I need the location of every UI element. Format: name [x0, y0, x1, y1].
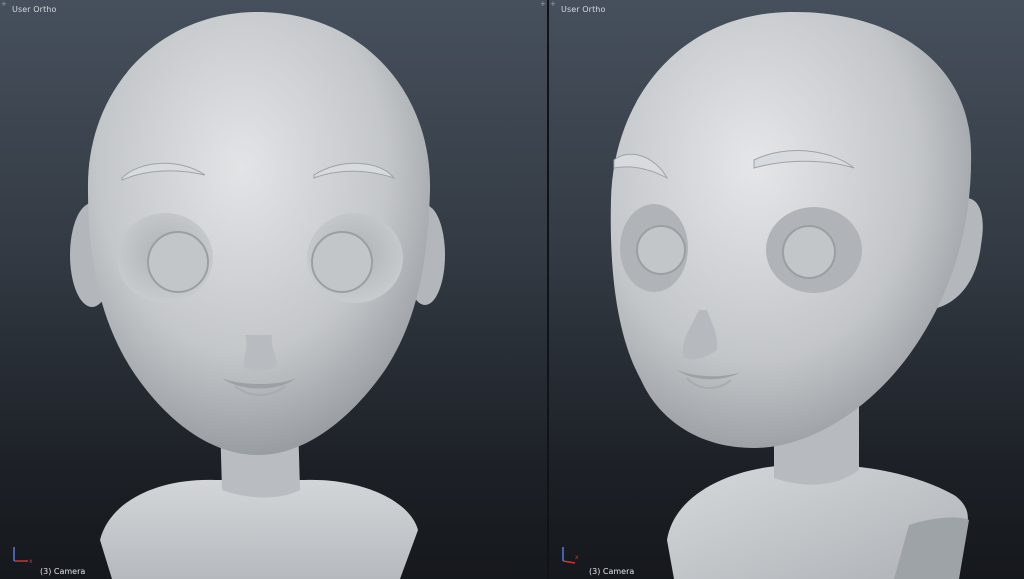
camera-label: (3) Camera — [40, 567, 86, 576]
svg-text:x: x — [29, 558, 33, 565]
svg-text:x: x — [575, 554, 579, 561]
viewport-front[interactable]: + + User Ortho x (3) Camera — [0, 0, 547, 579]
viewport-angle[interactable]: + User Ortho x (3) Camera — [549, 0, 1024, 579]
axis-gizmo-icon: x — [13, 547, 33, 565]
head-model-angle[interactable] — [549, 0, 1024, 579]
blender-screen: + + User Ortho x (3) Camera + User Ortho… — [0, 0, 1024, 579]
camera-label: (3) Camera — [589, 567, 635, 576]
axis-gizmo-icon: x — [562, 547, 579, 564]
head-model-front[interactable] — [0, 0, 547, 579]
